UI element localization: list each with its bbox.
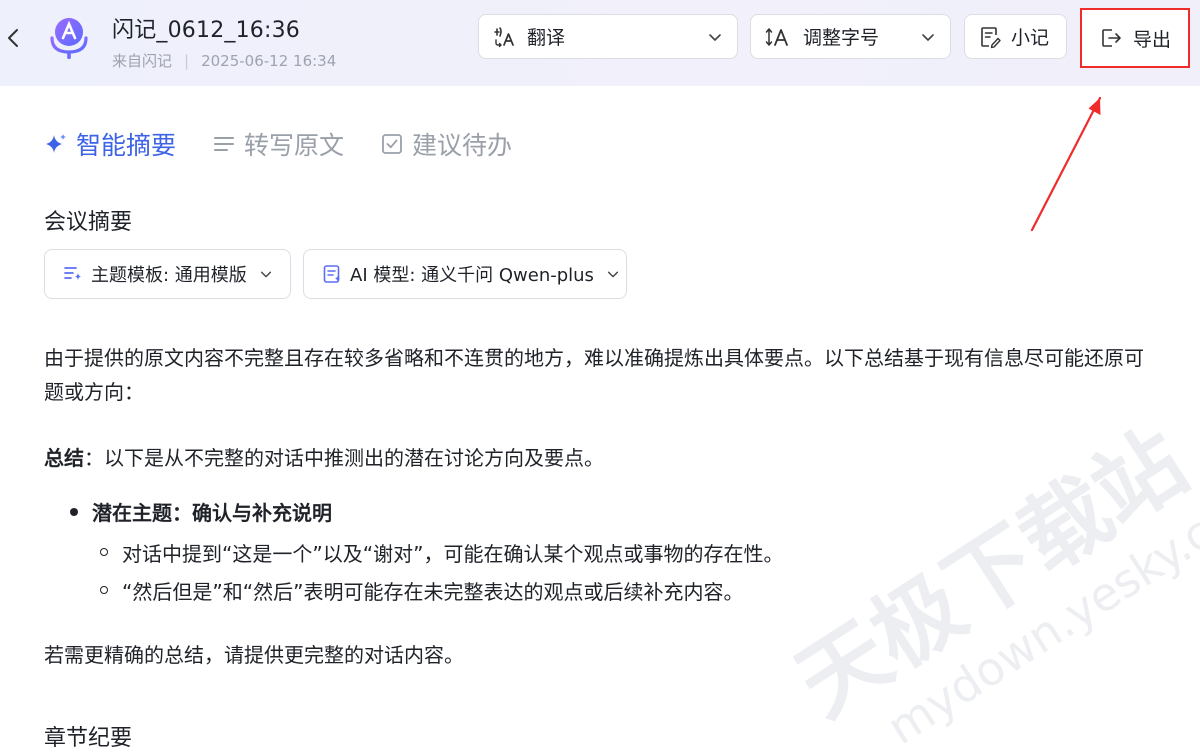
record-meta: 来自闪记 | 2025-06-12 16:34 xyxy=(112,50,336,71)
chevron-down-icon xyxy=(709,33,721,41)
lines-icon xyxy=(214,137,235,151)
tab-smart-summary[interactable]: 智能摘要 xyxy=(44,126,176,162)
summary-label: 总结 xyxy=(44,446,84,470)
watermark: 天极下载站 mydown.yesky.com xyxy=(779,426,1200,746)
watermark-text-cn: 天极下载站 xyxy=(779,426,1200,736)
summary-paragraph: 总结：以下是从不完整的对话中推测出的潜在讨论方向及要点。 xyxy=(44,441,604,475)
font-size-icon xyxy=(765,27,788,46)
ai-model-label: AI 模型: 通义千问 Qwen-plus xyxy=(350,265,594,286)
export-label: 导出 xyxy=(1132,28,1171,51)
summary-heading: 会议摘要 xyxy=(44,210,133,235)
app-logo-icon xyxy=(50,18,88,59)
list-item: “然后但是”和“然后”表明可能存在未完整表达的观点或后续补充内容。 xyxy=(100,576,743,605)
tab-transcript[interactable]: 转写原文 xyxy=(212,126,344,162)
template-selector[interactable]: 主题模板: 通用模版 xyxy=(44,249,291,299)
sub-bullet-text: 对话中提到“这是一个”以及“谢对”，可能在确认某个观点或事物的存在性。 xyxy=(122,542,784,566)
summary-text: ：以下是从不完整的对话中推测出的潜在讨论方向及要点。 xyxy=(84,446,604,470)
ai-model-icon xyxy=(323,265,340,283)
closing-text: 若需更精确的总结，请提供更完整的对话内容。 xyxy=(44,643,464,667)
note-button[interactable]: 小记 xyxy=(964,14,1067,59)
tab-label: 转写原文 xyxy=(244,131,345,160)
sub-bullet-text: “然后但是”和“然后”表明可能存在未完整表达的观点或后续补充内容。 xyxy=(122,580,744,604)
export-button[interactable]: 导出 xyxy=(1080,8,1190,68)
chevron-down-icon xyxy=(260,271,271,278)
translate-icon xyxy=(494,26,514,47)
list-item: 对话中提到“这是一个”以及“谢对”，可能在确认某个观点或事物的存在性。 xyxy=(100,538,783,567)
template-label: 主题模板: 通用模版 xyxy=(91,265,247,286)
note-label: 小记 xyxy=(1011,27,1050,49)
ai-model-selector[interactable]: AI 模型: 通义千问 Qwen-plus xyxy=(303,249,627,299)
chevron-down-icon xyxy=(607,271,619,278)
meta-separator: | xyxy=(184,52,190,70)
tab-bar: 智能摘要 转写原文 建议待办 xyxy=(44,126,548,162)
font-size-label: 调整字号 xyxy=(803,27,880,49)
note-icon xyxy=(981,26,1001,48)
bullet-title: 潜在主题：确认与补充说明 xyxy=(92,501,332,525)
top-bar: 闪记_0612_16:36 来自闪记 | 2025-06-12 16:34 翻译 调… xyxy=(0,0,1200,86)
intro-line-1: 由于提供的原文内容不完整且存在较多省略和不连贯的地方，难以准确提炼出具体要点。以… xyxy=(44,346,1144,370)
template-icon xyxy=(64,267,81,280)
tab-suggested-todos[interactable]: 建议待办 xyxy=(380,126,512,162)
page-title: 闪记_0612_16:36 xyxy=(112,18,300,43)
translate-button[interactable]: 翻译 xyxy=(478,14,738,59)
intro-line-2: 题或方向： xyxy=(44,380,144,404)
font-size-button[interactable]: 调整字号 xyxy=(750,14,951,59)
translate-label: 翻译 xyxy=(527,27,566,49)
source-label: 来自闪记 xyxy=(112,52,173,70)
list-item: 潜在主题：确认与补充说明 xyxy=(70,497,332,526)
sparkle-icon xyxy=(46,134,66,153)
chapters-heading: 章节纪要 xyxy=(44,726,133,751)
watermark-text-url: mydown.yesky.com xyxy=(878,465,1200,746)
checkbox-icon xyxy=(382,134,402,154)
timestamp: 2025-06-12 16:34 xyxy=(201,52,337,70)
main-content: 智能摘要 转写原文 建议待办 会议摘要 主题模板: 通用模版 AI 模型: 通义… xyxy=(0,86,1200,751)
chevron-down-icon xyxy=(922,33,934,41)
export-icon xyxy=(1102,29,1121,47)
chevron-left-icon[interactable] xyxy=(4,26,24,50)
tab-label: 智能摘要 xyxy=(76,131,177,160)
tab-label: 建议待办 xyxy=(412,131,513,160)
